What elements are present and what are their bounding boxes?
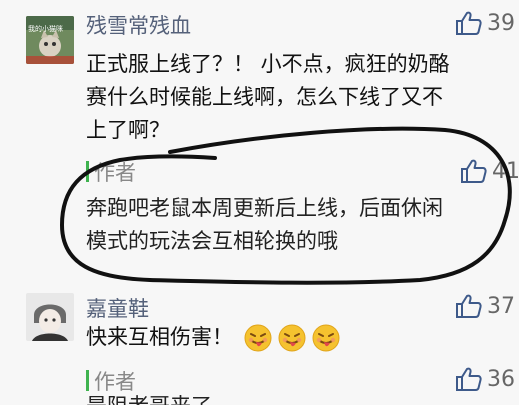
like-count: 37 bbox=[487, 293, 515, 319]
comment-line: 快来互相伤害！ bbox=[86, 325, 233, 349]
reply-text-partial: 是阻老哥来了 bbox=[86, 393, 212, 405]
comment-text: 快来互相伤害！ bbox=[86, 321, 341, 354]
like-button[interactable]: 36 bbox=[455, 366, 515, 392]
thumbs-up-icon bbox=[456, 367, 482, 391]
tongue-face-icon bbox=[244, 324, 272, 351]
tongue-face-icon bbox=[278, 324, 306, 351]
like-button[interactable]: 37 bbox=[455, 293, 515, 319]
author-reply-bar bbox=[86, 370, 89, 391]
thumbs-up-icon bbox=[456, 294, 482, 318]
avatar[interactable] bbox=[26, 293, 74, 341]
tongue-face-icon bbox=[312, 324, 340, 351]
commenter-name[interactable]: 嘉童鞋 bbox=[86, 293, 149, 323]
author-label: 作者 bbox=[94, 370, 136, 394]
avatar-image bbox=[26, 293, 74, 341]
like-count: 36 bbox=[487, 366, 515, 392]
